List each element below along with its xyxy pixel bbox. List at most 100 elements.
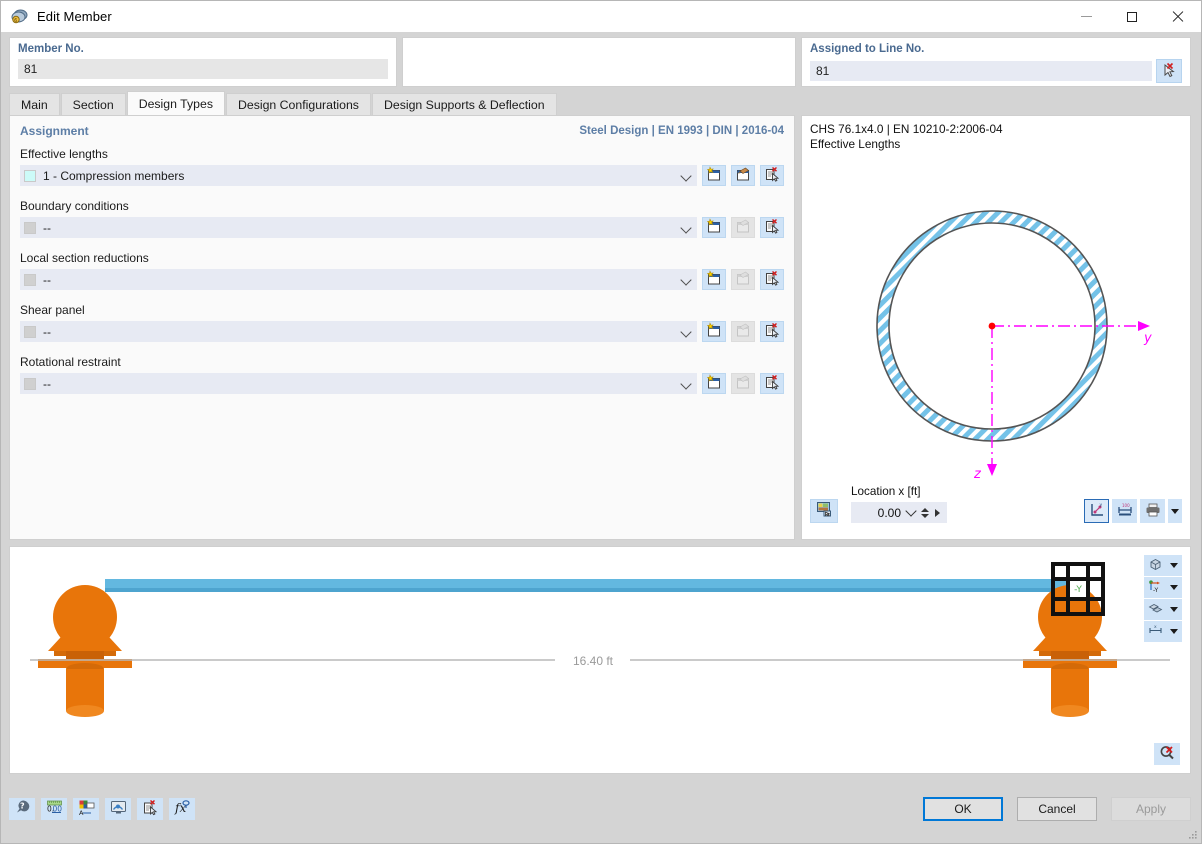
tab-main[interactable]: Main	[9, 93, 60, 115]
edit-document-icon	[735, 374, 751, 393]
edit-document-icon	[735, 322, 751, 341]
display-properties-button[interactable]: A	[73, 797, 99, 820]
pick-rotational-restraint-button[interactable]	[760, 373, 784, 394]
boundary-conditions-combo[interactable]: --	[20, 217, 698, 238]
color-swatch	[24, 377, 36, 390]
dimension-display-button[interactable]: x	[1144, 621, 1166, 642]
stepper-next-icon[interactable]	[935, 508, 940, 517]
svg-text:x: x	[1154, 625, 1157, 630]
zoom-reset-button[interactable]	[1154, 743, 1180, 765]
dimension-display-icon: x	[1148, 623, 1163, 641]
tab-section[interactable]: Section	[60, 93, 126, 115]
new-boundary-conditions-button[interactable]	[702, 217, 727, 238]
render-section-icon	[816, 501, 833, 521]
new-document-icon	[706, 218, 722, 237]
chevron-down-icon[interactable]	[905, 505, 917, 517]
dimension-display-dropdown[interactable]	[1166, 621, 1182, 642]
render-mode-button[interactable]	[1144, 555, 1166, 576]
chevron-down-icon	[680, 274, 693, 286]
color-swatch	[24, 273, 36, 286]
view-cube-label: -Y	[1074, 585, 1082, 595]
render-mode-dropdown[interactable]	[1166, 555, 1182, 576]
help-info-button[interactable]: ?	[9, 797, 35, 820]
pick-from-model-icon	[764, 322, 780, 341]
new-shear-panel-button[interactable]	[702, 321, 727, 342]
new-rotational-restraint-button[interactable]	[702, 373, 727, 394]
close-icon	[1172, 11, 1184, 23]
location-x-spinner[interactable]: 0.00	[851, 502, 947, 523]
svg-text:y: y	[1099, 503, 1102, 508]
view-direction-dropdown[interactable]	[1166, 577, 1182, 598]
caret-down-icon	[1170, 629, 1178, 634]
select-line-button[interactable]	[1156, 59, 1182, 83]
pick-boundary-conditions-button[interactable]	[760, 217, 784, 238]
ok-button[interactable]: OK	[923, 796, 1003, 821]
pick-object-button[interactable]	[137, 797, 163, 820]
render-section-button[interactable]	[810, 499, 838, 523]
visualization-button[interactable]	[105, 797, 131, 820]
cancel-button[interactable]: Cancel	[1017, 796, 1097, 821]
window-title: Edit Member	[37, 9, 112, 24]
zoom-reset-icon	[1159, 744, 1176, 764]
edit-document-icon	[735, 218, 751, 237]
middle-group	[402, 37, 796, 87]
coordinate-system-button[interactable]: y	[1084, 499, 1109, 523]
dialog-action-buttons: OK Cancel Apply	[923, 796, 1191, 821]
pick-local-section-reductions-button[interactable]	[760, 269, 784, 290]
tab-design-supports-deflection[interactable]: Design Supports & Deflection	[371, 93, 557, 115]
pick-effective-lengths-button[interactable]	[760, 165, 784, 186]
minimize-button[interactable]	[1063, 1, 1109, 32]
dimensions-icon: 100	[1117, 502, 1133, 521]
close-button[interactable]	[1155, 1, 1201, 32]
view-cube[interactable]: -Y	[1050, 561, 1106, 617]
chevron-down-icon	[680, 378, 693, 390]
display-properties-icon: A	[78, 799, 95, 819]
display-layers-dropdown[interactable]	[1166, 599, 1182, 620]
edit-document-icon	[735, 166, 751, 185]
svg-text:-Y: -Y	[1153, 587, 1158, 594]
field-label: Boundary conditions	[20, 199, 129, 213]
location-controls: Location x [ft] 0.00 y 100	[810, 485, 1182, 533]
color-swatch	[24, 169, 36, 182]
design-standard-label: Steel Design | EN 1993 | DIN | 2016-04	[579, 125, 784, 137]
new-document-icon	[706, 270, 722, 289]
combo-value: --	[43, 272, 51, 287]
pick-from-model-icon	[764, 270, 780, 289]
minimize-icon	[1080, 16, 1092, 17]
local-section-reductions-combo[interactable]: --	[20, 269, 698, 290]
stepper-icon[interactable]	[921, 507, 929, 518]
units-decimal-button[interactable]: 0. 00	[41, 797, 67, 820]
title-bar: 6 Edit Member	[1, 1, 1201, 32]
field-rotational-restraint: Rotational restraint --	[20, 355, 784, 394]
stepper-down-icon[interactable]	[921, 513, 929, 518]
print-button[interactable]	[1140, 499, 1165, 523]
shear-panel-combo[interactable]: --	[20, 321, 698, 342]
assigned-line-input[interactable]: 81	[810, 61, 1152, 81]
tab-design-types[interactable]: Design Types	[126, 91, 225, 115]
units-decimal-icon: 0. 00	[46, 799, 63, 819]
edit-effective-lengths-button[interactable]	[731, 165, 756, 186]
print-dropdown-button[interactable]	[1168, 499, 1182, 523]
model-drawing: 16.40 ft	[30, 579, 1170, 717]
effective-lengths-combo[interactable]: 1 - Compression members	[20, 165, 698, 186]
resize-grip[interactable]	[1188, 830, 1198, 840]
rotational-restraint-combo[interactable]: --	[20, 373, 698, 394]
member-no-input[interactable]: 81	[18, 59, 388, 79]
new-effective-lengths-button[interactable]	[702, 165, 727, 186]
new-local-section-reductions-button[interactable]	[702, 269, 727, 290]
edit-boundary-conditions-button	[731, 217, 756, 238]
maximize-button[interactable]	[1109, 1, 1155, 32]
svg-text:?: ?	[20, 801, 25, 810]
dimensions-button[interactable]: 100	[1112, 499, 1137, 523]
model-viewport[interactable]: 16.40 ft -Y -Y x	[9, 546, 1191, 774]
support-symbol-left	[38, 585, 132, 717]
new-document-icon	[706, 374, 722, 393]
stepper-up-icon[interactable]	[921, 507, 929, 512]
tab-design-configurations[interactable]: Design Configurations	[225, 93, 371, 115]
formula-button[interactable]: fx	[169, 797, 195, 820]
field-label: Shear panel	[20, 303, 85, 317]
pick-shear-panel-button[interactable]	[760, 321, 784, 342]
view-direction-button[interactable]: -Y	[1144, 577, 1166, 598]
display-layers-button[interactable]	[1144, 599, 1166, 620]
chevron-down-icon	[680, 326, 693, 338]
